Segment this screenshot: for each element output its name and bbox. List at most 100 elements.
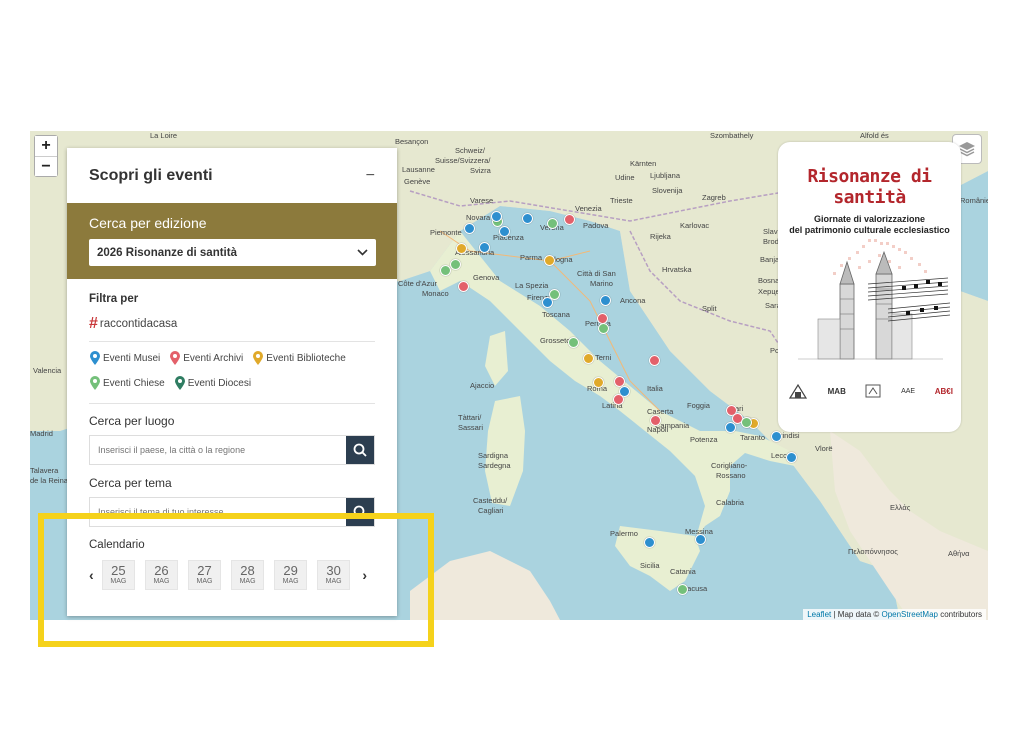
panel-header: Scopri gli eventi − xyxy=(67,148,397,203)
filter-musei[interactable]: Eventi Musei xyxy=(89,350,160,366)
day-number: 29 xyxy=(283,563,298,578)
map-event-pin[interactable] xyxy=(771,431,782,442)
aae-logo: AAE xyxy=(901,387,916,395)
filter-biblioteche[interactable]: Eventi Biblioteche xyxy=(252,350,346,366)
map-event-pin[interactable] xyxy=(547,218,558,229)
day-month: MAG xyxy=(239,578,256,585)
map-event-pin[interactable] xyxy=(741,417,752,428)
collapse-button[interactable]: − xyxy=(366,167,375,185)
calendar-day[interactable]: 29 MAG xyxy=(273,560,308,590)
map-event-pin[interactable] xyxy=(600,295,611,306)
event-poster[interactable]: Risonanze di santità Giornate di valoriz… xyxy=(778,142,961,432)
zoom-in-button[interactable]: + xyxy=(35,136,57,156)
map-label: Ancona xyxy=(620,296,646,305)
map-label: Genève xyxy=(404,177,431,186)
map-event-pin[interactable] xyxy=(522,213,533,224)
calendar-strip: ‹ 25 MAG 26 MAG 27 MAG 28 MAG 29 MAG 30 MAG › xyxy=(89,560,375,590)
map-event-pin[interactable] xyxy=(650,415,661,426)
map-event-pin[interactable] xyxy=(456,243,467,254)
map-label: Calabria xyxy=(716,498,744,507)
osm-link[interactable]: OpenStreetMap xyxy=(881,610,937,619)
map-event-pin[interactable] xyxy=(649,355,660,366)
map-label: Madrid xyxy=(30,429,53,438)
map-label: Taranto xyxy=(740,433,766,442)
map-label: Hrvatska xyxy=(662,265,692,274)
map-event-pin[interactable] xyxy=(644,537,655,548)
divider xyxy=(89,341,375,342)
map-event-pin[interactable] xyxy=(549,289,560,300)
map-event-pin[interactable] xyxy=(499,226,510,237)
map-label: Svizra xyxy=(470,166,491,175)
map-label: Zagreb xyxy=(702,193,726,202)
theme-search-label: Cerca per tema xyxy=(89,476,172,490)
cathedral-illustration xyxy=(798,239,951,360)
map-label: Corigliano- xyxy=(711,461,748,470)
map-event-pin[interactable] xyxy=(613,394,624,405)
map-event-pin[interactable] xyxy=(677,584,688,595)
map-label: Alfold és xyxy=(860,131,889,140)
filter-archivi[interactable]: Eventi Archivi xyxy=(169,350,243,366)
map-event-pin[interactable] xyxy=(598,323,609,334)
theme-search-input[interactable] xyxy=(90,498,346,526)
map-label: Udine xyxy=(615,173,635,182)
filter-label: Eventi Chiese xyxy=(103,377,165,389)
map-label: Karlovac xyxy=(680,221,710,230)
day-number: 26 xyxy=(154,563,169,578)
calendar-day[interactable]: 27 MAG xyxy=(187,560,222,590)
map-event-pin[interactable] xyxy=(479,242,490,253)
edition-select[interactable]: 2026 Risonanze di santità xyxy=(89,239,376,266)
map-event-pin[interactable] xyxy=(583,353,594,364)
filter-chiese[interactable]: Eventi Chiese xyxy=(89,375,165,391)
day-month: MAG xyxy=(282,578,299,585)
map-label: Cagliari xyxy=(478,506,504,515)
calendar-day[interactable]: 28 MAG xyxy=(230,560,265,590)
filter-label: Filtra per xyxy=(89,293,139,305)
map-label: Schweiz/ xyxy=(455,146,486,155)
map-label: Tàttari/ xyxy=(458,413,482,422)
filter-label: Eventi Archivi xyxy=(183,352,244,364)
map-label: Palermo xyxy=(610,529,638,538)
map-event-pin[interactable] xyxy=(458,281,469,292)
zoom-out-button[interactable]: − xyxy=(35,156,57,176)
map-event-pin[interactable] xyxy=(568,337,579,348)
divider xyxy=(89,403,375,404)
abei-logo: AB€I xyxy=(934,386,953,396)
hashtag-filter[interactable]: # raccontidacasa xyxy=(89,315,375,333)
calendar-prev-button[interactable]: ‹ xyxy=(89,567,102,583)
theme-search-button[interactable] xyxy=(346,498,374,526)
map-event-pin[interactable] xyxy=(725,422,736,433)
light-green-pin-icon xyxy=(90,376,100,390)
map-label: Ajaccio xyxy=(470,381,495,390)
calendar-next-button[interactable]: › xyxy=(362,567,375,583)
place-search-label: Cerca per luogo xyxy=(89,414,175,428)
place-search-input[interactable] xyxy=(90,436,346,464)
map-event-pin[interactable] xyxy=(695,534,706,545)
map-event-pin[interactable] xyxy=(544,255,555,266)
calendar-day[interactable]: 25 MAG xyxy=(101,560,136,590)
calendar-day[interactable]: 30 MAG xyxy=(316,560,351,590)
chevron-down-icon xyxy=(357,249,368,256)
leaflet-link[interactable]: Leaflet xyxy=(807,610,831,619)
category-filters: Eventi Musei Eventi Archivi Eventi Bibli… xyxy=(89,350,375,391)
map-label: Split xyxy=(702,304,717,313)
map-label: Ljubljana xyxy=(650,171,681,180)
theme-search xyxy=(89,497,375,527)
day-number: 25 xyxy=(111,563,126,578)
calendar-day[interactable]: 26 MAG xyxy=(144,560,179,590)
edition-value: 2026 Risonanze di santità xyxy=(97,246,237,259)
map-event-pin[interactable] xyxy=(564,214,575,225)
place-search-button[interactable] xyxy=(346,436,374,464)
map-event-pin[interactable] xyxy=(464,223,475,234)
filter-diocesi[interactable]: Eventi Diocesi xyxy=(174,375,251,391)
poster-subtitle-line: Giornate di valorizzazione xyxy=(813,214,926,224)
map-event-pin[interactable] xyxy=(450,259,461,270)
map-event-pin[interactable] xyxy=(593,377,604,388)
hashtag-icon: # xyxy=(89,315,98,332)
map-label: Foggia xyxy=(687,401,710,410)
map-label: Côte d'Azur xyxy=(398,279,437,288)
map-label: Monaco xyxy=(422,289,449,298)
map-event-pin[interactable] xyxy=(440,265,451,276)
map-event-pin[interactable] xyxy=(491,211,502,222)
cei-logo-icon xyxy=(788,383,808,399)
map-event-pin[interactable] xyxy=(786,452,797,463)
